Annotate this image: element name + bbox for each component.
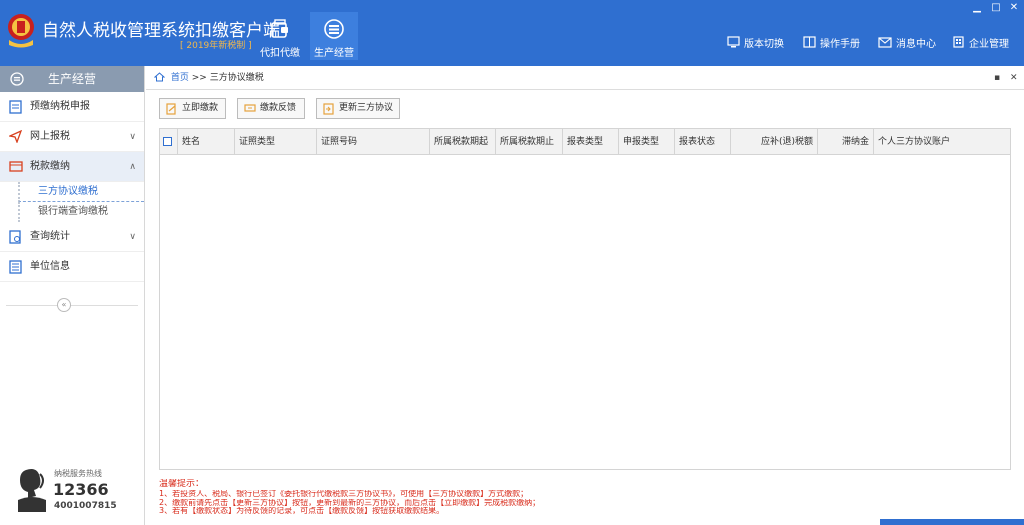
report-icon — [9, 100, 22, 114]
payment-icon — [9, 161, 23, 172]
coins-icon — [10, 72, 24, 86]
nav-production[interactable]: 生产经营 — [310, 12, 358, 60]
col-name[interactable]: 姓名 — [178, 129, 235, 154]
col-tripartite-account[interactable]: 个人三方协议账户 — [874, 129, 1010, 154]
send-icon — [9, 130, 22, 143]
sidebar-item-prepay-declaration[interactable]: 预缴纳税申报 — [0, 92, 144, 122]
tab-restore-icon[interactable]: ▪ — [994, 66, 1000, 90]
maximize-button[interactable]: □ — [989, 2, 1003, 13]
payment-feedback-button[interactable]: 缴款反馈 — [237, 98, 305, 119]
tip-line: 3、若有【缴款状态】为待反馈的记录，可点击【缴款反馈】按钮获取缴款结果。 — [159, 507, 445, 515]
tips-panel: 温馨提示： 1、若投资人、税局、银行已签订《委托银行代缴税款三方协议书》，可使用… — [159, 479, 1009, 516]
sidebar: 生产经营 预缴纳税申报 网上报税 ∨ 税款缴纳 ∧ 三方协议缴税 银行端查询缴税… — [0, 66, 145, 525]
sidebar-divider — [6, 305, 138, 306]
monitor-icon — [727, 36, 740, 48]
tab-close-icon[interactable]: ✕ — [1010, 66, 1018, 90]
enterprise-management-link[interactable]: 企业管理 — [952, 34, 1009, 50]
nav-withholding[interactable]: 代扣代缴 — [256, 12, 304, 60]
col-period-end[interactable]: 所属税款期止 — [496, 129, 563, 154]
edit-doc-icon — [166, 103, 176, 115]
coins-icon — [324, 19, 344, 39]
breadcrumb: 首页 >> 三方协议缴税 ▪ ✕ — [146, 66, 1024, 90]
sidebar-item-unit-info[interactable]: 单位信息 — [0, 252, 144, 282]
sidebar-item-query-statistics[interactable]: 查询统计 ∨ — [0, 222, 144, 252]
version-switch-link[interactable]: 版本切换 — [727, 34, 784, 50]
sidebar-subitem-bank-query-payment[interactable]: 银行端查询缴税 — [18, 202, 144, 222]
message-center-link[interactable]: 消息中心 — [878, 34, 936, 50]
col-declaration-type[interactable]: 申报类型 — [619, 129, 675, 154]
import-icon — [323, 103, 334, 115]
app-subtitle: [ 2019年新税制 ] — [180, 41, 252, 51]
col-tax-due[interactable]: 应补(退)税额 — [731, 129, 818, 154]
manual-link[interactable]: 操作手册 — [803, 34, 860, 50]
list-icon — [9, 260, 22, 274]
col-report-type[interactable]: 报表类型 — [563, 129, 619, 154]
home-icon — [153, 72, 166, 82]
minimize-button[interactable]: ▁ — [970, 2, 984, 13]
query-icon — [9, 230, 21, 244]
app-header: 自然人税收管理系统扣缴客户端 [ 2019年新税制 ] 代扣代缴 生产经营 ▁ … — [0, 0, 1024, 66]
sidebar-item-online-filing[interactable]: 网上报税 ∨ — [0, 122, 144, 152]
chevron-down-icon: ∨ — [129, 232, 136, 242]
select-all-checkbox[interactable] — [160, 129, 178, 154]
tax-payment-table: 姓名 证照类型 证照号码 所属税款期起 所属税款期止 报表类型 申报类型 报表状… — [159, 128, 1011, 470]
col-id-type[interactable]: 证照类型 — [235, 129, 317, 154]
sidebar-item-tax-payment[interactable]: 税款缴纳 ∧ — [0, 152, 144, 182]
col-late-fee[interactable]: 滞纳金 — [818, 129, 874, 154]
sidebar-header: 生产经营 — [0, 66, 144, 92]
main-panel: 首页 >> 三方协议缴税 ▪ ✕ 立即缴款 缴款反馈 更新三方协议 姓名 证照类… — [146, 66, 1024, 525]
sidebar-subitem-tripartite-payment[interactable]: 三方协议缴税 — [18, 182, 144, 202]
ticket-icon — [244, 104, 256, 112]
col-report-status[interactable]: 报表状态 — [675, 129, 731, 154]
chevron-down-icon: ∨ — [129, 132, 136, 142]
sidebar-collapse-button[interactable]: « — [57, 298, 71, 312]
mail-icon — [878, 36, 892, 48]
tips-title: 温馨提示： — [159, 479, 205, 489]
breadcrumb-home[interactable]: 首页 — [171, 73, 189, 83]
customer-service-icon — [18, 469, 46, 512]
wallet-icon — [271, 19, 288, 38]
breadcrumb-current: 三方协议缴税 — [209, 73, 264, 83]
chevron-up-icon: ∧ — [129, 162, 136, 172]
close-button[interactable]: ✕ — [1007, 2, 1021, 13]
status-bar — [880, 519, 1024, 525]
col-period-start[interactable]: 所属税款期起 — [430, 129, 496, 154]
breadcrumb-separator: >> — [191, 73, 207, 83]
tip-line: 2、缴款前请先点击【更新三方协议】按钮，更新到最新的三方协议，而后点击【立即缴款… — [159, 498, 541, 507]
table-header: 姓名 证照类型 证照号码 所属税款期起 所属税款期止 报表类型 申报类型 报表状… — [160, 129, 1010, 155]
tax-emblem-icon — [8, 14, 34, 48]
update-tripartite-agreement-button[interactable]: 更新三方协议 — [316, 98, 400, 119]
building-icon — [953, 36, 964, 48]
tip-line: 1、若投资人、税局、银行已签订《委托银行代缴税款三方协议书》，可使用【三方协议缴… — [159, 490, 529, 498]
service-hotline: 纳税服务热线 12366 4001007815 — [16, 466, 136, 514]
col-id-number[interactable]: 证照号码 — [317, 129, 430, 154]
book-icon — [803, 36, 816, 48]
pay-now-button[interactable]: 立即缴款 — [159, 98, 226, 119]
